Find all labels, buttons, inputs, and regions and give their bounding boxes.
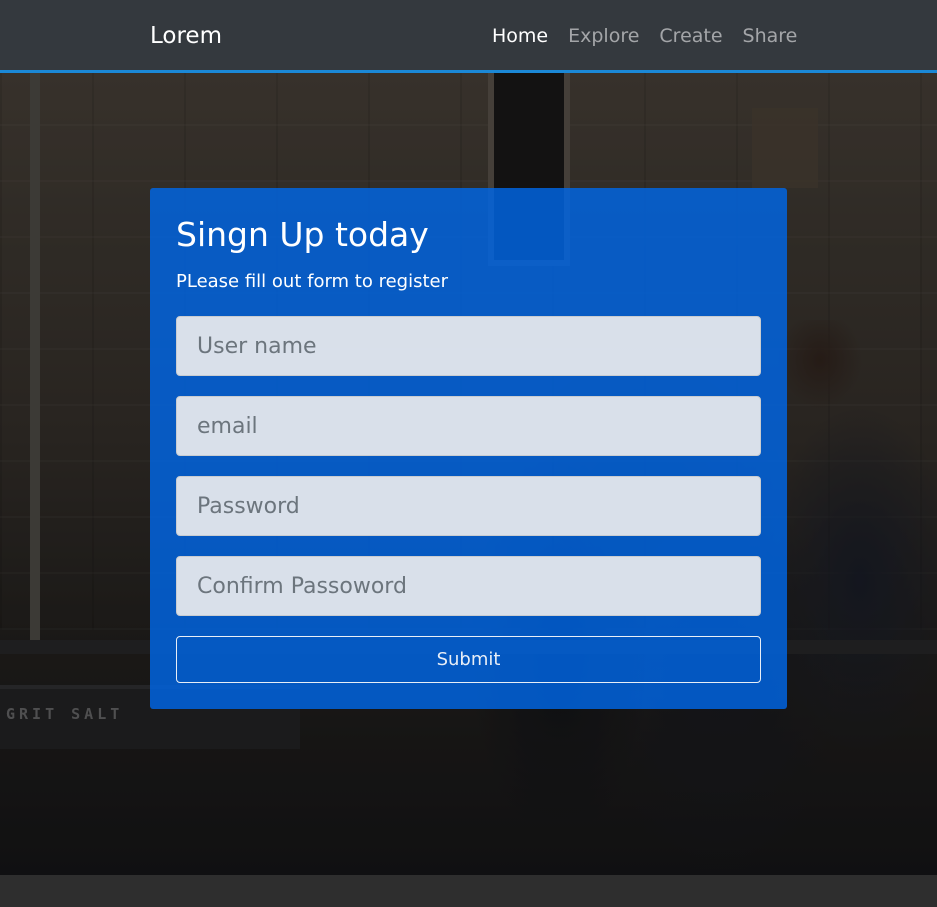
brand-logo-text[interactable]: Lorem [150, 20, 222, 52]
username-input[interactable] [176, 316, 761, 376]
signup-card: Singn Up today PLease fill out form to r… [150, 188, 787, 709]
nav-links: Home Explore Create Share [482, 22, 807, 50]
password-input[interactable] [176, 476, 761, 536]
nav-link-create[interactable]: Create [649, 22, 732, 50]
page-footer-band [0, 875, 937, 907]
nav-link-home[interactable]: Home [482, 22, 558, 50]
nav-link-explore[interactable]: Explore [558, 22, 649, 50]
confirm-password-input[interactable] [176, 556, 761, 616]
email-input[interactable] [176, 396, 761, 456]
top-navbar: Lorem Home Explore Create Share [0, 0, 937, 73]
submit-button[interactable]: Submit [176, 636, 761, 683]
signup-title: Singn Up today [176, 215, 429, 254]
nav-link-share[interactable]: Share [733, 22, 808, 50]
signup-subtitle: PLease fill out form to register [176, 271, 449, 292]
